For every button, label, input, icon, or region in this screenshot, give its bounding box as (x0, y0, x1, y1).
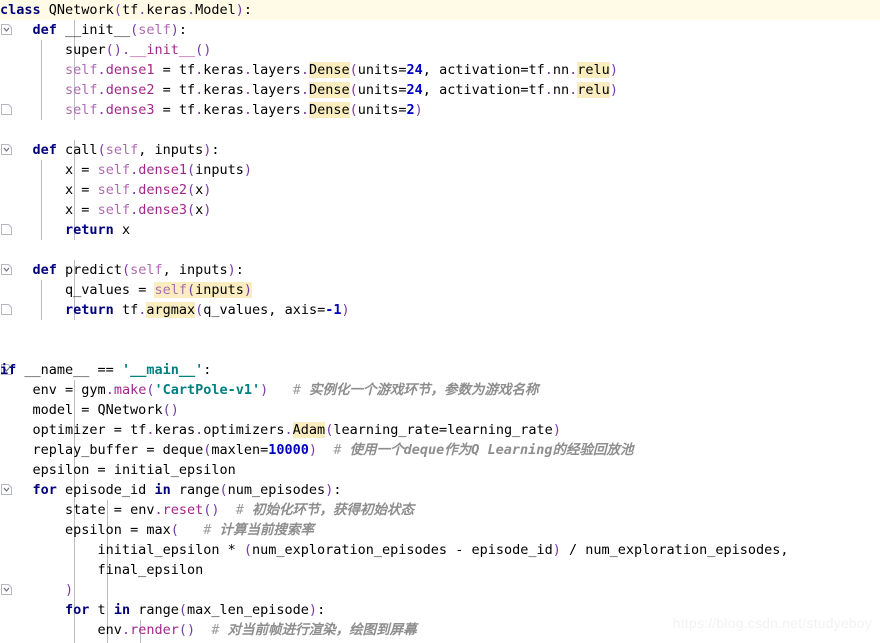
code-line[interactable]: initial_epsilon * (num_exploration_episo… (0, 540, 880, 560)
token-keyword: def (32, 22, 57, 38)
token-method-name: __init__ (65, 22, 131, 38)
comment-hash: # (333, 442, 350, 458)
occurrence-highlight: argmax (146, 302, 196, 318)
comment-text: 初始化环节，获得初始状态 (252, 502, 415, 518)
code-line[interactable]: def call(self, inputs): (0, 140, 880, 160)
code-line[interactable]: x = self.dense3(x) (0, 200, 880, 220)
comment-text: 实例化一个游戏环节，参数为游戏名称 (308, 382, 539, 398)
code-line[interactable]: x = self.dense2(x) (0, 180, 880, 200)
token-method-name: predict (65, 262, 122, 278)
token-class-name: QNetwork (48, 2, 114, 18)
comment-hash: # (292, 382, 309, 398)
code-line[interactable]: q_values = self(inputs) (0, 280, 880, 300)
code-line[interactable]: state = env.reset() # 初始化环节，获得初始状态 (0, 500, 880, 520)
code-line[interactable] (0, 320, 880, 340)
comment-text: 使用一个deque作为Q Learning的经验回放池 (349, 442, 634, 458)
code-line[interactable]: epsilon = initial_epsilon (0, 460, 880, 480)
code-line[interactable]: final_epsilon (0, 560, 880, 580)
code-line[interactable]: self.dense1 = tf.keras.layers.Dense(unit… (0, 60, 880, 80)
code-line[interactable]: self.dense3 = tf.keras.layers.Dense(unit… (0, 100, 880, 120)
token-method-name: call (65, 142, 98, 158)
code-line[interactable] (0, 120, 880, 140)
code-line[interactable]: return x (0, 220, 880, 240)
code-line[interactable]: ) (0, 580, 880, 600)
occurrence-highlight: relu (577, 62, 610, 78)
occurrence-highlight: Dense (308, 82, 350, 98)
code-editor[interactable]: class QNetwork(tf.keras.Model): def __in… (0, 0, 880, 643)
comment-text: 计算当前搜索率 (219, 522, 315, 538)
code-line[interactable]: epsilon = max( # 计算当前搜索率 (0, 520, 880, 540)
occurrence-highlight: relu (577, 82, 610, 98)
code-line[interactable]: return tf.argmax(q_values, axis=-1) (0, 300, 880, 320)
comment-text: 对当前帧进行渲染，绘图到屏幕 (227, 622, 417, 638)
code-line[interactable]: env = gym.make('CartPole-v1') # 实例化一个游戏环… (0, 380, 880, 400)
comment-hash: # (211, 622, 228, 638)
code-line[interactable]: replay_buffer = deque(maxlen=10000) # 使用… (0, 440, 880, 460)
code-line[interactable]: for episode_id in range(num_episodes): (0, 480, 880, 500)
code-line[interactable]: self.dense2 = tf.keras.layers.Dense(unit… (0, 80, 880, 100)
comment-hash: # (235, 502, 253, 518)
code-line[interactable] (0, 240, 880, 260)
occurrence-highlight: Dense (308, 62, 350, 78)
occurrence-highlight: Dense (308, 102, 350, 118)
occurrence-highlight: self(inputs) (154, 282, 253, 298)
code-content[interactable]: class QNetwork(tf.keras.Model): def __in… (0, 0, 880, 643)
code-line[interactable]: model = QNetwork() (0, 400, 880, 420)
occurrence-highlight: Adam (292, 422, 326, 438)
code-line[interactable] (0, 340, 880, 360)
code-line[interactable]: if __name__ == '__main__': (0, 360, 880, 380)
code-line[interactable]: def __init__(self): (0, 20, 880, 40)
comment-hash: # (203, 522, 220, 538)
watermark: https://blog.csdn.net/studyeboy (672, 615, 872, 631)
token-self: self (138, 22, 171, 38)
token-keyword: class (0, 2, 41, 18)
code-line[interactable]: x = self.dense1(inputs) (0, 160, 880, 180)
code-line[interactable]: super().__init__() (0, 40, 880, 60)
code-line[interactable]: class QNetwork(tf.keras.Model): (0, 0, 880, 20)
code-line[interactable]: optimizer = tf.keras.optimizers.Adam(lea… (0, 420, 880, 440)
code-line[interactable]: def predict(self, inputs): (0, 260, 880, 280)
